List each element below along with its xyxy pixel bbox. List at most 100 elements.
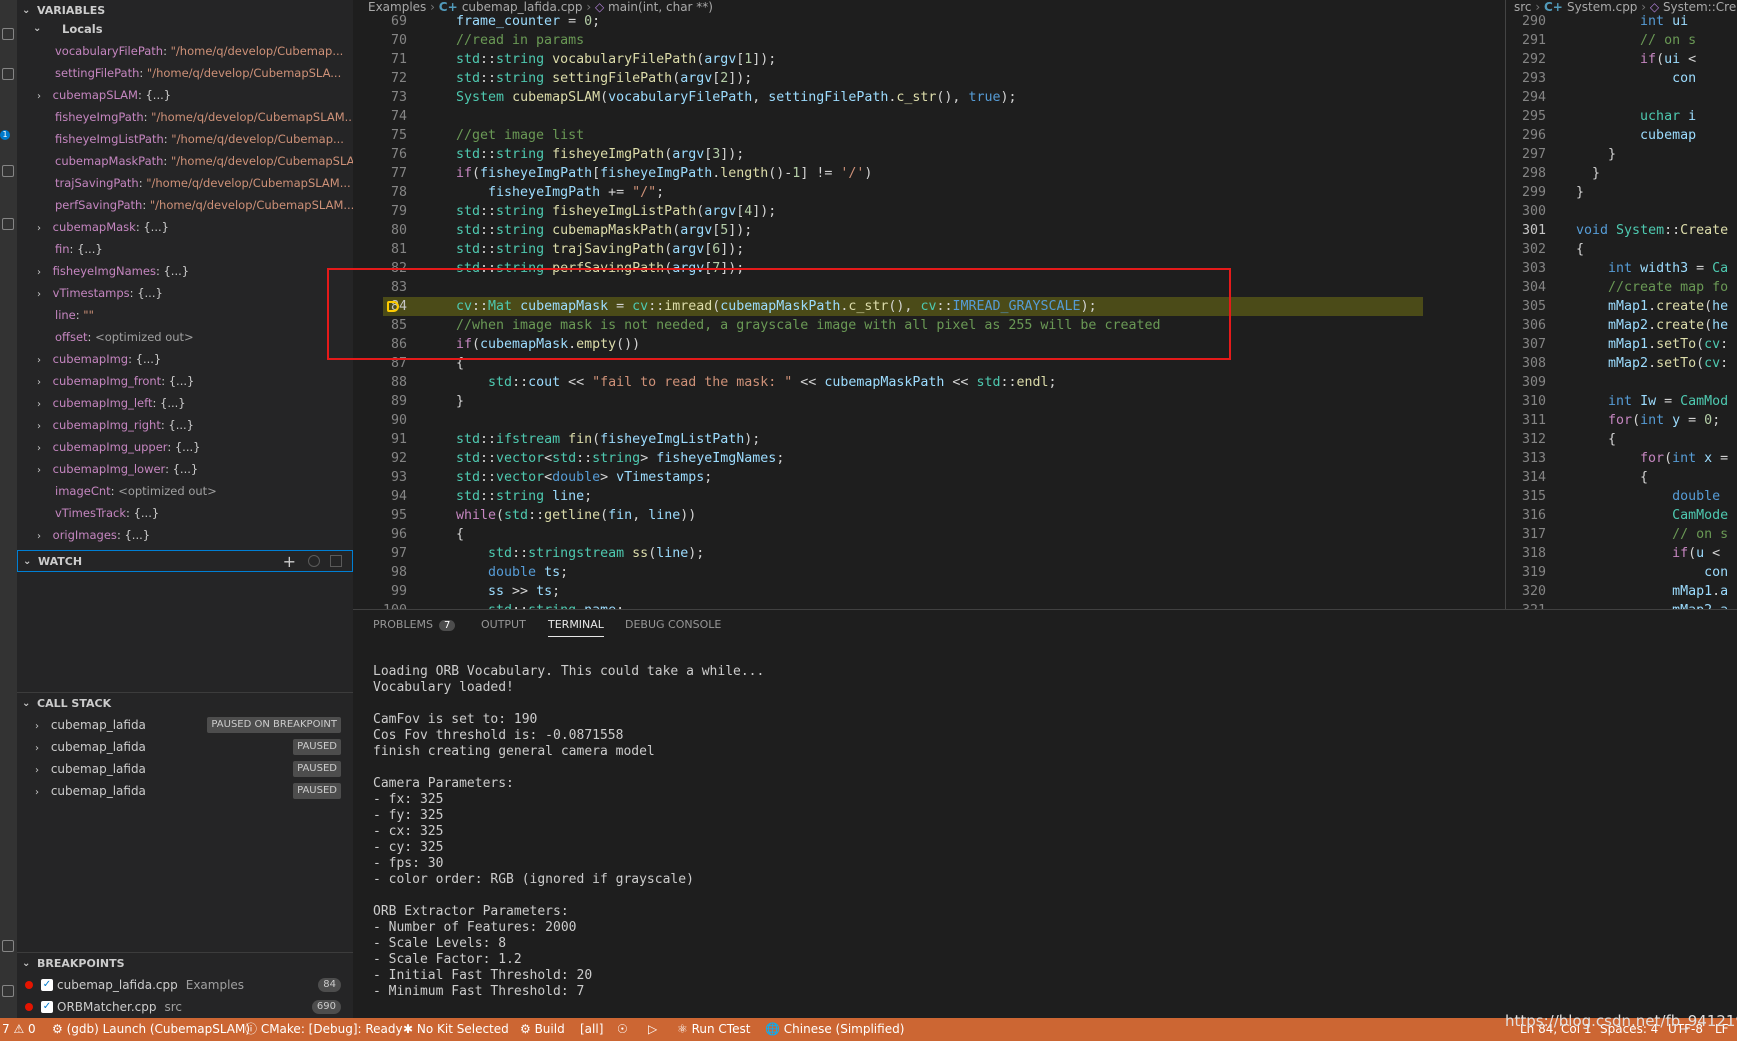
chevron-right-icon[interactable]: › — [35, 716, 47, 738]
code-line[interactable]: 74 — [353, 107, 1503, 126]
code-line[interactable]: 81 std::string trajSavingPath(argv[6]); — [353, 240, 1503, 259]
variable-row[interactable]: imageCnt: <optimized out> — [17, 480, 353, 502]
chevron-right-icon[interactable]: › — [37, 372, 49, 392]
secondary-code-editor[interactable]: src › C+ System.cpp › ◇ System::Cre 290 … — [1505, 0, 1737, 609]
code-line[interactable]: 97 std::stringstream ss(line); — [353, 544, 1503, 563]
code-line[interactable]: 72 std::string settingFilePath(argv[2]); — [353, 69, 1503, 88]
variable-row[interactable]: fisheyeImgPath: "/home/q/develop/Cubemap… — [17, 106, 353, 128]
tab-debug-console[interactable]: DEBUG CONSOLE — [625, 618, 721, 631]
explorer-icon[interactable] — [2, 28, 14, 40]
code-line[interactable]: 88 std::cout << "fail to read the mask: … — [353, 373, 1503, 392]
variable-row[interactable]: › cubemapMask: {...} — [17, 216, 353, 238]
code-line[interactable]: 317 // on s — [1506, 525, 1737, 544]
code-line[interactable]: 294 — [1506, 88, 1737, 107]
code-line[interactable]: 316 CamMode — [1506, 506, 1737, 525]
tab-output[interactable]: OUTPUT — [481, 618, 526, 631]
chevron-right-icon[interactable]: › — [37, 350, 49, 370]
code-line[interactable]: 95 while(std::getline(fin, line)) — [353, 506, 1503, 525]
variable-row[interactable]: perfSavingPath: "/home/q/develop/Cubemap… — [17, 194, 353, 216]
code-line[interactable]: 305 mMap1.create(he — [1506, 297, 1737, 316]
variable-row[interactable]: › cubemapImg_right: {...} — [17, 414, 353, 436]
code-line[interactable]: 90 — [353, 411, 1503, 430]
breakpoint-item[interactable]: ✓ ORBMatcher.cpp src 690 — [17, 996, 353, 1018]
code-line[interactable]: 99 ss >> ts; — [353, 582, 1503, 601]
problems-status[interactable]: 7 ⚠ 0 — [2, 1018, 36, 1041]
variable-row[interactable]: › cubemapImg_lower: {...} — [17, 458, 353, 480]
code-line[interactable]: 96 { — [353, 525, 1503, 544]
code-line[interactable]: 297 } — [1506, 145, 1737, 164]
code-line[interactable]: 306 mMap2.create(he — [1506, 316, 1737, 335]
chevron-right-icon[interactable]: › — [37, 416, 49, 436]
build-target[interactable]: [all] — [580, 1018, 603, 1041]
remote-icon[interactable] — [2, 218, 14, 230]
tab-terminal[interactable]: TERMINAL — [548, 618, 604, 637]
account-icon[interactable] — [2, 940, 14, 952]
chevron-right-icon[interactable]: › — [37, 284, 49, 304]
chevron-right-icon[interactable]: › — [37, 394, 49, 414]
chevron-right-icon[interactable]: › — [35, 738, 47, 760]
code-line[interactable]: 314 { — [1506, 468, 1737, 487]
chevron-right-icon[interactable]: › — [35, 760, 47, 782]
code-line[interactable]: 311 for(int y = 0; — [1506, 411, 1737, 430]
breakpoint-checkbox[interactable]: ✓ — [41, 979, 53, 991]
code-line[interactable]: 296 cubemap — [1506, 126, 1737, 145]
variable-row[interactable]: line: "" — [17, 304, 353, 326]
code-line[interactable]: 302 { — [1506, 240, 1737, 259]
tab-problems[interactable]: PROBLEMS 7 — [373, 618, 456, 631]
call-stack-item[interactable]: › cubemap_lafida PAUSED — [17, 758, 353, 780]
extensions-icon[interactable] — [2, 165, 14, 177]
terminal-output[interactable]: Loading ORB Vocabulary. This could take … — [373, 664, 764, 1000]
code-line[interactable]: 313 for(int x = — [1506, 449, 1737, 468]
code-line[interactable]: 94 std::string line; — [353, 487, 1503, 506]
variable-row[interactable]: › cubemapImg_left: {...} — [17, 392, 353, 414]
code-line[interactable]: 308 mMap2.setTo(cv: — [1506, 354, 1737, 373]
breakpoints-header[interactable]: ⌄ BREAKPOINTS — [17, 952, 353, 974]
refresh-icon[interactable] — [308, 555, 320, 567]
variable-row[interactable]: › cubemapImg_front: {...} — [17, 370, 353, 392]
chevron-right-icon[interactable]: › — [37, 262, 49, 282]
code-line[interactable]: 75 //get image list — [353, 126, 1503, 145]
chevron-right-icon[interactable]: › — [37, 438, 49, 458]
code-line[interactable]: 290 int ui — [1506, 12, 1737, 31]
code-line[interactable]: 80 std::string cubemapMaskPath(argv[5]); — [353, 221, 1503, 240]
call-stack-item[interactable]: › cubemap_lafida PAUSED ON BREAKPOINT — [17, 714, 353, 736]
debug-launch-status[interactable]: ⚙ (gdb) Launch (CubemapSLAM) — [52, 1018, 250, 1041]
watch-section[interactable]: ⌄ WATCH + — [17, 550, 353, 572]
code-line[interactable]: 78 fisheyeImgPath += "/"; — [353, 183, 1503, 202]
variable-row[interactable]: › cubemapImg_upper: {...} — [17, 436, 353, 458]
code-line[interactable]: 300 — [1506, 202, 1737, 221]
code-line[interactable]: 71 std::string vocabularyFilePath(argv[1]… — [353, 50, 1503, 69]
code-line[interactable]: 292 if(ui < — [1506, 50, 1737, 69]
code-line[interactable]: 319 con — [1506, 563, 1737, 582]
code-line[interactable]: 69 frame_counter = 0; — [353, 12, 1503, 31]
variable-row[interactable]: trajSavingPath: "/home/q/develop/Cubemap… — [17, 172, 353, 194]
variable-row[interactable]: › cubemapSLAM: {...} — [17, 84, 353, 106]
debug-bug-icon[interactable]: ☉ — [617, 1018, 628, 1041]
code-line[interactable]: 293 con — [1506, 69, 1737, 88]
call-stack-header[interactable]: ⌄ CALL STACK — [17, 692, 353, 714]
code-line[interactable]: 291 // on s — [1506, 31, 1737, 50]
code-line[interactable]: 307 mMap1.setTo(cv: — [1506, 335, 1737, 354]
variable-row[interactable]: vocabularyFilePath: "/home/q/develop/Cub… — [17, 40, 353, 62]
cmake-status[interactable]: ⓘ CMake: [Debug]: Ready — [245, 1018, 403, 1041]
code-line[interactable]: 299} — [1506, 183, 1737, 202]
code-line[interactable]: 73 System cubemapSLAM(vocabularyFilePath,… — [353, 88, 1503, 107]
chevron-right-icon[interactable]: › — [35, 782, 47, 804]
variable-row[interactable]: fisheyeImgListPath: "/home/q/develop/Cub… — [17, 128, 353, 150]
code-line[interactable]: 91 std::ifstream fin(fisheyeImgListPath); — [353, 430, 1503, 449]
code-line[interactable]: 321 mMap2.a — [1506, 601, 1737, 609]
build-button[interactable]: ⚙ Build — [520, 1018, 565, 1041]
run-play-icon[interactable]: ▷ — [648, 1018, 657, 1041]
chevron-right-icon[interactable]: › — [37, 86, 49, 106]
code-line[interactable]: 295 uchar i — [1506, 107, 1737, 126]
call-stack-item[interactable]: › cubemap_lafida PAUSED — [17, 780, 353, 802]
code-line[interactable]: 298 } — [1506, 164, 1737, 183]
code-line[interactable]: 310 int Iw = CamMod — [1506, 392, 1737, 411]
breakpoint-checkbox[interactable]: ✓ — [41, 1001, 53, 1013]
code-line[interactable]: 309 — [1506, 373, 1737, 392]
variable-row[interactable]: › fisheyeImgNames: {...} — [17, 260, 353, 282]
code-line[interactable]: 315 double — [1506, 487, 1737, 506]
variable-row[interactable]: › origImages: {...} — [17, 524, 353, 546]
kit-status[interactable]: ✱ No Kit Selected — [403, 1018, 509, 1041]
variable-row[interactable]: vTimesTrack: {...} — [17, 502, 353, 524]
